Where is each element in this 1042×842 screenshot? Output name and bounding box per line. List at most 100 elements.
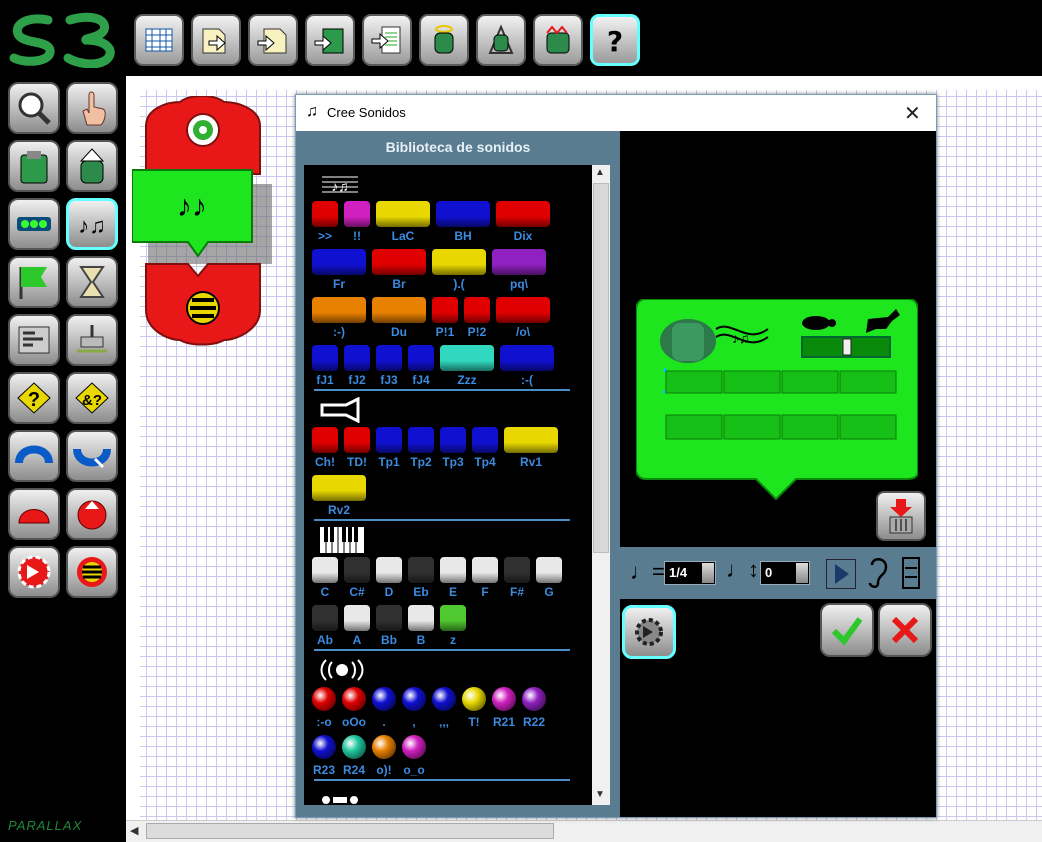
hourglass-tool-button[interactable] [66, 256, 118, 308]
sound-item[interactable]: R22 [522, 687, 546, 731]
clipboard-tool-button[interactable] [8, 140, 60, 192]
sound-item[interactable]: fJ2 [344, 345, 370, 389]
subroutine-tool-button[interactable] [8, 488, 60, 540]
sound-generator-button[interactable] [622, 605, 676, 659]
sound-item[interactable]: Tp2 [408, 427, 434, 471]
sound-item[interactable]: o_o [402, 735, 426, 779]
end-block[interactable] [145, 263, 261, 346]
sound-item[interactable]: ).( [432, 249, 486, 293]
sound-item[interactable]: Zzz [440, 345, 494, 389]
sensor-tool-button[interactable] [8, 314, 60, 366]
sound-item[interactable]: >> [312, 201, 338, 245]
ok-button[interactable] [820, 603, 874, 657]
music-notes-tool-button[interactable]: ♪♫ [66, 198, 118, 250]
duration-spinner[interactable]: 1/4 [664, 561, 716, 585]
up-arrow-robot-tool-button[interactable] [66, 140, 118, 192]
sound-item[interactable]: fJ3 [376, 345, 402, 389]
delete-sound-button[interactable] [876, 491, 926, 541]
loop-back-tool-button[interactable] [66, 430, 118, 482]
sound-item[interactable]: Br [372, 249, 426, 293]
scroll-thumb[interactable] [146, 823, 554, 839]
end-tool-button[interactable] [66, 546, 118, 598]
sound-item[interactable]: B [408, 605, 434, 649]
sound-block[interactable]: ♪♪ [132, 169, 272, 264]
sound-item[interactable]: , [402, 687, 426, 731]
sound-item[interactable]: Rv2 [312, 475, 366, 519]
tempo-slider[interactable] [801, 336, 891, 358]
sound-item[interactable]: F# [504, 557, 530, 601]
start-block[interactable] [145, 96, 261, 175]
sound-item[interactable]: Fr [312, 249, 366, 293]
sound-item[interactable]: T! [462, 687, 486, 731]
library-scrollbar[interactable]: ▲ ▼ [592, 165, 610, 805]
sound-item[interactable]: E [440, 557, 466, 601]
sound-item[interactable]: TD! [344, 427, 370, 471]
help-button[interactable]: ? [590, 14, 640, 66]
and-condition-tool-button[interactable]: &? [66, 372, 118, 424]
sound-library-list[interactable]: ♪♫ >>!! LaC BH Dix Fr Br).(pq\:-) Du P!1 P!2/o\ fJ… [304, 165, 592, 805]
sound-item[interactable]: pq\ [492, 249, 546, 293]
sound-item[interactable]: G [536, 557, 562, 601]
download-button[interactable] [305, 14, 355, 66]
loop-tool-button[interactable] [8, 430, 60, 482]
sound-item[interactable]: Tp1 [376, 427, 402, 471]
condition-tool-button[interactable]: ? [8, 372, 60, 424]
sound-item[interactable]: . [372, 687, 396, 731]
return-tool-button[interactable] [66, 488, 118, 540]
program-flow[interactable]: ♪♪ [132, 96, 272, 346]
sound-item[interactable]: C# [344, 557, 370, 601]
close-button[interactable]: ✕ [904, 101, 921, 126]
sound-item[interactable]: Dix [496, 201, 550, 245]
scroll-left-arrow[interactable]: ◀ [130, 824, 144, 838]
sound-item[interactable]: R23 [312, 735, 336, 779]
sound-item[interactable]: :-o [312, 687, 336, 731]
flag-tool-button[interactable] [8, 256, 60, 308]
sound-item[interactable]: D [376, 557, 402, 601]
sound-item[interactable]: Ch! [312, 427, 338, 471]
robot-run-button[interactable] [533, 14, 583, 66]
robot-test-button[interactable] [476, 14, 526, 66]
sound-item[interactable]: Ab [312, 605, 338, 649]
sound-item[interactable]: /o\ [496, 297, 550, 341]
sound-item[interactable]: :-) [312, 297, 366, 341]
sound-item[interactable]: R21 [492, 687, 516, 731]
sound-item[interactable]: fJ4 [408, 345, 434, 389]
sound-item[interactable]: Bb [376, 605, 402, 649]
cancel-button[interactable] [878, 603, 932, 657]
scroll-up-arrow[interactable]: ▲ [595, 167, 605, 178]
sound-item[interactable]: P!1 [432, 297, 458, 341]
sound-item[interactable]: Rv1 [504, 427, 558, 471]
open-button[interactable] [191, 14, 241, 66]
vise-tool-button[interactable] [66, 314, 118, 366]
canvas-horizontal-scrollbar[interactable]: ◀ [126, 820, 1042, 842]
sound-item[interactable]: P!2 [464, 297, 490, 341]
library-scroll-thumb[interactable] [593, 183, 609, 553]
print-button[interactable] [362, 14, 412, 66]
sound-item[interactable]: z [440, 605, 466, 649]
sound-item[interactable]: Tp3 [440, 427, 466, 471]
transpose-spin-arrows[interactable] [796, 563, 808, 583]
sound-item[interactable]: ,,, [432, 687, 456, 731]
sound-item[interactable]: Eb [408, 557, 434, 601]
sound-item[interactable]: Du [372, 297, 426, 341]
new-program-button[interactable] [134, 14, 184, 66]
options-button[interactable] [902, 557, 920, 589]
sound-item[interactable]: o)! [372, 735, 396, 779]
play-button[interactable] [826, 559, 856, 589]
save-button[interactable] [248, 14, 298, 66]
scroll-down-arrow[interactable]: ▼ [595, 789, 605, 800]
sound-item[interactable]: Tp4 [472, 427, 498, 471]
sound-item[interactable]: F [472, 557, 498, 601]
hand-tool-button[interactable] [66, 82, 118, 134]
sound-item[interactable]: !! [344, 201, 370, 245]
sound-item[interactable]: A [344, 605, 370, 649]
sound-item[interactable]: fJ1 [312, 345, 338, 389]
sound-item[interactable]: oOo [342, 687, 366, 731]
sound-item[interactable]: LaC [376, 201, 430, 245]
duration-spin-arrows[interactable] [702, 563, 714, 583]
robot-info-button[interactable] [419, 14, 469, 66]
sound-item[interactable]: BH [436, 201, 490, 245]
sound-sequence-block[interactable]: ♪♫ [636, 299, 918, 513]
listen-button[interactable] [864, 557, 890, 589]
sound-item[interactable]: C [312, 557, 338, 601]
